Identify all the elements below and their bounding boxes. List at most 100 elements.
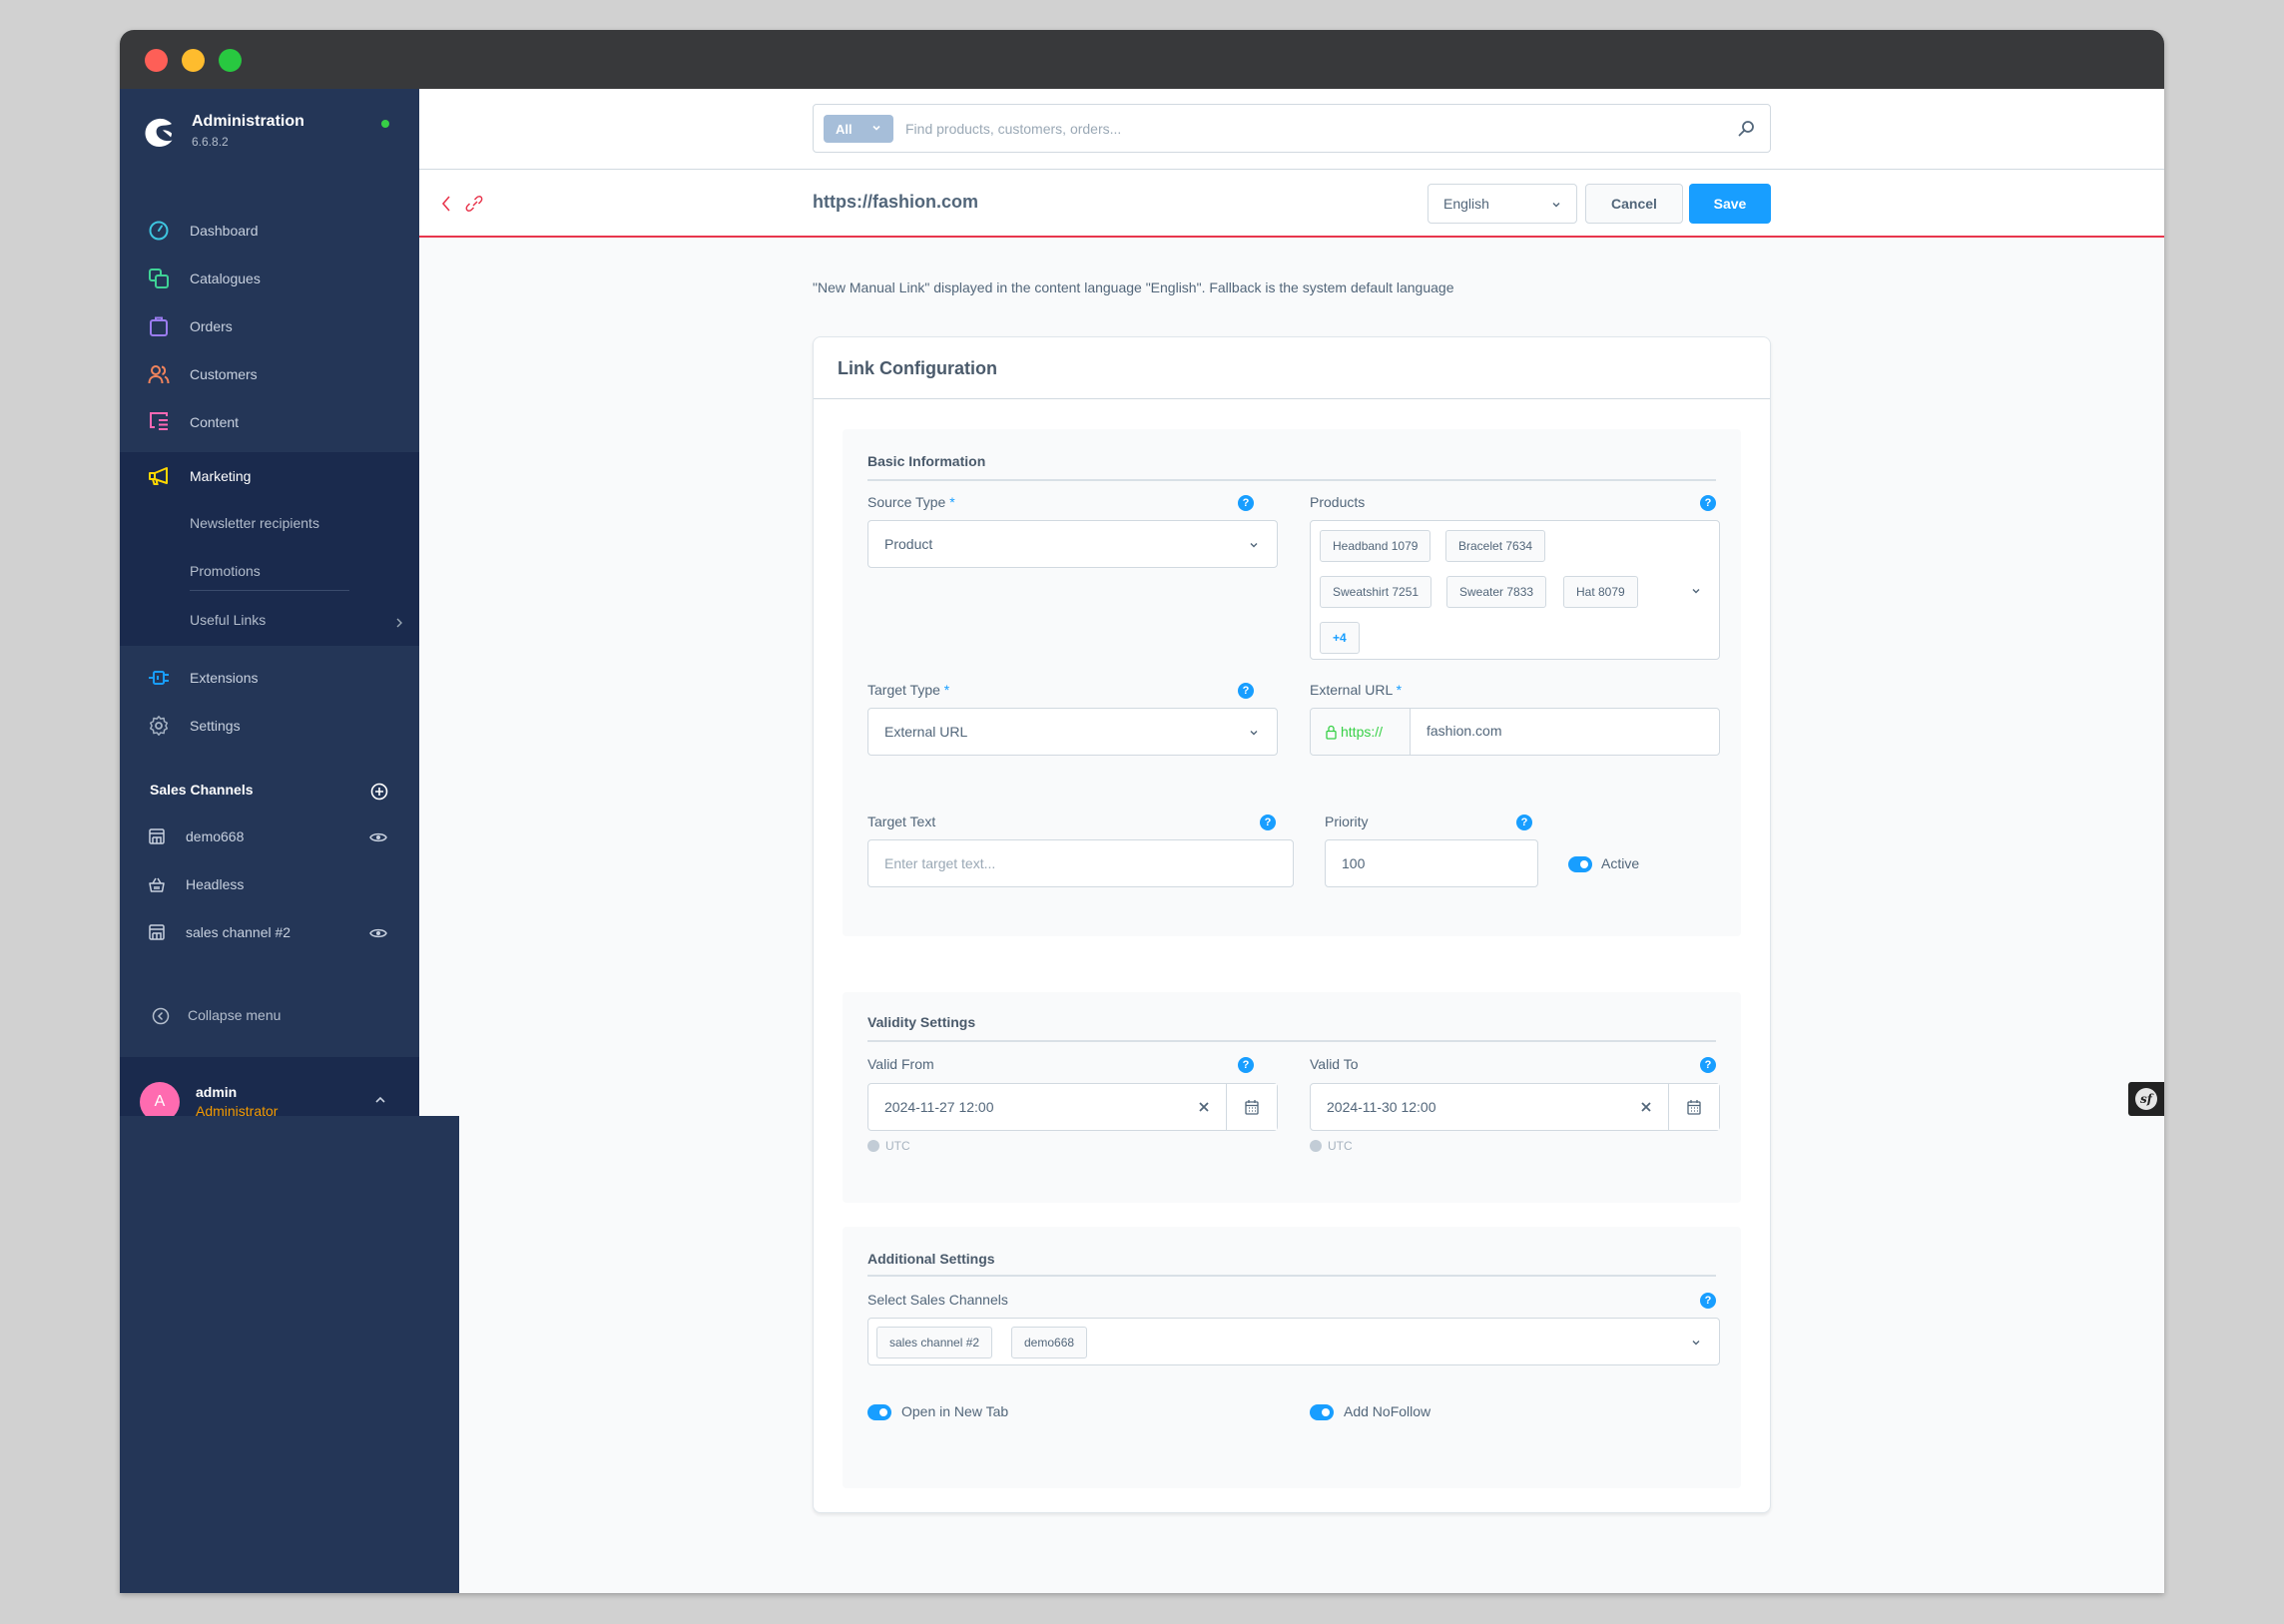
product-tag[interactable]: Sweatshirt 7251 bbox=[1320, 576, 1432, 608]
products-label: Products bbox=[1310, 494, 1366, 510]
clear-icon[interactable] bbox=[1198, 1101, 1210, 1113]
products-multiselect[interactable]: Headband 1079 Bracelet 7634 Sweatshirt 7… bbox=[1310, 520, 1720, 660]
target-type-select[interactable]: External URL bbox=[867, 708, 1278, 756]
calendar-icon bbox=[1245, 1100, 1259, 1115]
brand[interactable]: Administration 6.6.8.2 bbox=[142, 111, 401, 157]
source-type-select[interactable]: Product bbox=[867, 520, 1278, 568]
timezone-text: UTC bbox=[1328, 1139, 1353, 1153]
sidebar-item-label: Orders bbox=[190, 318, 233, 334]
more-products-tag[interactable]: +4 bbox=[1320, 622, 1360, 654]
collapse-menu-button[interactable]: Collapse menu bbox=[150, 1004, 389, 1028]
chevron-up-icon[interactable] bbox=[373, 1095, 387, 1105]
sidebar-item-dashboard[interactable]: Dashboard bbox=[120, 207, 419, 255]
chevron-right-icon bbox=[396, 618, 402, 628]
chevron-down-icon bbox=[1250, 543, 1258, 548]
help-icon[interactable]: ? bbox=[1260, 814, 1276, 830]
sidebar-subitem-promotions[interactable]: Promotions bbox=[190, 563, 261, 579]
sales-channels-multiselect[interactable]: sales channel #2 demo668 bbox=[867, 1318, 1720, 1365]
help-icon[interactable]: ? bbox=[1700, 1293, 1716, 1309]
label-text: Target Type bbox=[867, 682, 940, 698]
help-icon[interactable]: ? bbox=[1238, 495, 1254, 511]
sidebar-item-catalogues[interactable]: Catalogues bbox=[120, 255, 419, 302]
validity-settings-section: Validity Settings Valid From ? UTC Valid… bbox=[843, 992, 1741, 1203]
product-tag[interactable]: Hat 8079 bbox=[1563, 576, 1638, 608]
sidebar-item-label: Content bbox=[190, 414, 240, 430]
priority-field bbox=[1325, 839, 1538, 887]
sidebar-subitem-newsletter-recipients[interactable]: Newsletter recipients bbox=[190, 515, 319, 531]
extensions-icon bbox=[149, 671, 169, 685]
sidebar-item-extensions[interactable]: Extensions bbox=[120, 654, 419, 702]
marketing-icon bbox=[149, 467, 168, 485]
valid-from-label: Valid From bbox=[867, 1056, 934, 1072]
eye-icon[interactable] bbox=[369, 925, 387, 941]
product-tag[interactable]: Bracelet 7634 bbox=[1445, 530, 1546, 562]
product-tag[interactable]: Sweater 7833 bbox=[1446, 576, 1547, 608]
open-new-tab-toggle[interactable] bbox=[867, 1404, 891, 1420]
sidebar-item-customers[interactable]: Customers bbox=[120, 350, 419, 398]
help-icon[interactable]: ? bbox=[1700, 495, 1716, 511]
target-text-input[interactable] bbox=[884, 855, 1293, 871]
search-icon[interactable] bbox=[1736, 119, 1756, 139]
chevron-down-icon bbox=[1692, 589, 1700, 594]
save-button[interactable]: Save bbox=[1689, 184, 1771, 224]
sales-channel-item[interactable]: sales channel #2 bbox=[120, 913, 419, 953]
valid-to-field bbox=[1310, 1083, 1720, 1131]
calendar-button[interactable] bbox=[1668, 1084, 1719, 1130]
help-icon[interactable]: ? bbox=[1238, 683, 1254, 699]
help-icon[interactable]: ? bbox=[1238, 1057, 1254, 1073]
top-header: All ? bbox=[419, 89, 2164, 170]
search-type-dropdown[interactable]: All bbox=[824, 115, 893, 143]
valid-to-input[interactable] bbox=[1327, 1099, 1626, 1115]
source-type-value: Product bbox=[884, 536, 933, 552]
valid-from-input[interactable] bbox=[884, 1099, 1184, 1115]
sidebar-item-orders[interactable]: Orders bbox=[120, 302, 419, 350]
basket-icon bbox=[149, 877, 165, 892]
timezone-text: UTC bbox=[885, 1139, 910, 1153]
external-url-label: External URL * bbox=[1310, 682, 1402, 698]
label-text: External URL bbox=[1310, 682, 1393, 698]
eye-icon[interactable] bbox=[369, 829, 387, 845]
sidebar-item-marketing[interactable]: Marketing bbox=[120, 452, 419, 500]
help-icon[interactable]: ? bbox=[1700, 1057, 1716, 1073]
back-chevron-icon[interactable] bbox=[439, 194, 453, 214]
content-icon bbox=[150, 412, 168, 430]
maximize-window-button[interactable] bbox=[219, 49, 242, 72]
nofollow-toggle[interactable] bbox=[1310, 1404, 1334, 1420]
storefront-icon bbox=[149, 924, 165, 940]
close-window-button[interactable] bbox=[145, 49, 168, 72]
clear-icon[interactable] bbox=[1640, 1101, 1652, 1113]
sales-channel-item[interactable]: demo668 bbox=[120, 817, 419, 857]
external-url-input[interactable] bbox=[1427, 723, 1706, 739]
symfony-toolbar-toggle[interactable]: sf bbox=[2128, 1082, 2164, 1116]
link-configuration-card: Link Configuration Basic Information Sou… bbox=[813, 336, 1771, 1513]
sales-channel-tag[interactable]: demo668 bbox=[1011, 1327, 1088, 1358]
window-titlebar bbox=[120, 30, 2164, 89]
chevron-down-icon bbox=[1250, 731, 1258, 736]
cancel-button[interactable]: Cancel bbox=[1585, 184, 1683, 224]
valid-to-label: Valid To bbox=[1310, 1056, 1359, 1072]
minimize-window-button[interactable] bbox=[182, 49, 205, 72]
sidebar-item-settings[interactable]: Settings bbox=[120, 702, 419, 750]
sales-channel-item[interactable]: Headless bbox=[120, 865, 419, 905]
calendar-button[interactable] bbox=[1226, 1084, 1277, 1130]
sidebar-subitem-useful-links[interactable]: Useful Links bbox=[190, 612, 266, 628]
smart-bar: https://fashion.com English Cancel Save bbox=[419, 170, 2164, 238]
external-url-field: https:// bbox=[1310, 708, 1720, 756]
basic-information-section: Basic Information Source Type * ? Produc… bbox=[843, 429, 1741, 936]
section-title: Additional Settings bbox=[867, 1251, 995, 1267]
product-tag[interactable]: Headband 1079 bbox=[1320, 530, 1431, 562]
active-toggle[interactable] bbox=[1568, 856, 1592, 872]
search-type-label: All bbox=[836, 121, 853, 137]
section-divider bbox=[867, 479, 1716, 481]
sidebar-item-content[interactable]: Content bbox=[120, 398, 419, 446]
priority-input[interactable] bbox=[1342, 855, 1537, 871]
language-select[interactable]: English bbox=[1428, 184, 1577, 224]
search-input[interactable] bbox=[905, 113, 1724, 145]
sales-channels-heading: Sales Channels bbox=[150, 782, 254, 798]
help-icon[interactable]: ? bbox=[1516, 814, 1532, 830]
add-sales-channel-icon[interactable] bbox=[370, 783, 388, 801]
section-title: Validity Settings bbox=[867, 1014, 976, 1030]
sales-channel-tag[interactable]: sales channel #2 bbox=[876, 1327, 993, 1358]
clock-icon bbox=[1310, 1140, 1322, 1152]
sales-channels-label: Select Sales Channels bbox=[867, 1292, 1008, 1308]
